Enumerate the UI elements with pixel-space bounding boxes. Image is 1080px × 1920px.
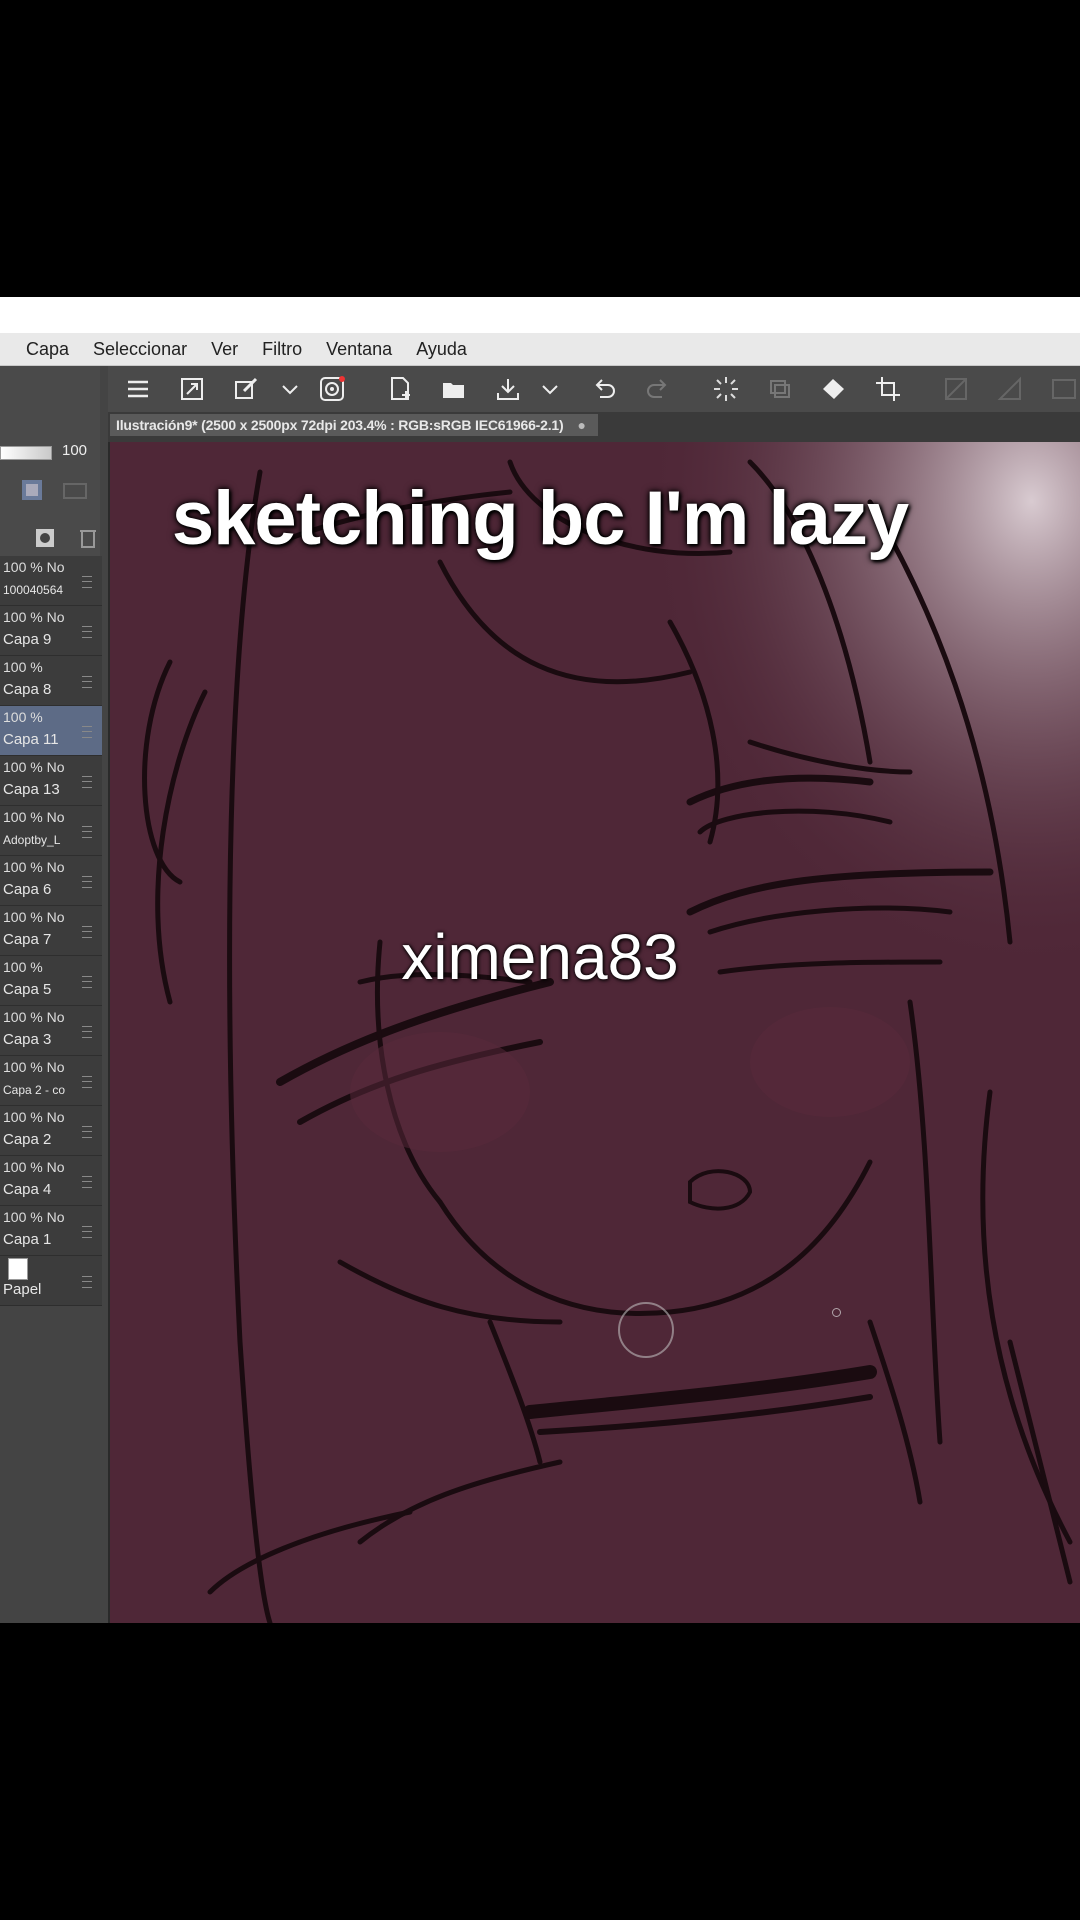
frame-icon[interactable] (1048, 373, 1080, 405)
undo-icon[interactable] (588, 373, 620, 405)
layer-opacity: 100 % (3, 659, 43, 675)
layer-name: 100040564 (3, 583, 64, 597)
username-watermark: ximena83 (401, 921, 679, 993)
ruler-icon[interactable] (994, 373, 1026, 405)
drag-handle-icon[interactable] (82, 1126, 92, 1138)
drag-handle-icon[interactable] (82, 676, 92, 688)
layer-opacity: 100 % No (3, 1159, 65, 1175)
layer-icon[interactable] (764, 373, 796, 405)
drag-handle-icon[interactable] (82, 1076, 92, 1088)
drag-handle-icon[interactable] (82, 826, 92, 838)
video-caption: sketching bc I'm lazy (171, 476, 909, 561)
menu-ver[interactable]: Ver (211, 339, 238, 360)
layer-opacity: 100 % No (3, 1009, 65, 1025)
layer-item[interactable]: Papel (0, 1256, 102, 1306)
opacity-control[interactable]: 100 (0, 440, 100, 464)
layer-item[interactable]: 100 % No Capa 9 (0, 606, 102, 656)
layer-item[interactable]: 100 % Capa 8 (0, 656, 102, 706)
chevron-down-icon[interactable] (274, 373, 306, 405)
layer-name: Capa 4 (3, 1181, 52, 1198)
drag-handle-icon[interactable] (82, 1276, 92, 1288)
crop-icon[interactable] (872, 373, 904, 405)
layer-name: Capa 1 (3, 1231, 52, 1248)
transform-icon[interactable] (940, 373, 972, 405)
layer-name: Papel (3, 1281, 42, 1298)
close-tab-icon[interactable]: ● (577, 417, 585, 433)
layer-opacity: 100 % No (3, 1109, 65, 1125)
document-tab[interactable]: Ilustración9* (2500 x 2500px 72dpi 203.4… (110, 414, 598, 436)
drag-handle-icon[interactable] (82, 1226, 92, 1238)
layer-opacity: 100 % No (3, 759, 65, 775)
layer-item[interactable]: 100 % No Capa 1 (0, 1206, 102, 1256)
layer-name: Capa 11 (3, 731, 59, 748)
layer-item[interactable]: 100 % No Capa 3 (0, 1006, 102, 1056)
swirl-icon[interactable] (316, 373, 348, 405)
loading-icon[interactable] (710, 373, 742, 405)
menu-ventana[interactable]: Ventana (326, 339, 392, 360)
layer-opacity: 100 % No (3, 859, 65, 875)
layer-opacity: 100 % No (3, 1059, 65, 1075)
toolbar (0, 366, 1080, 412)
new-file-icon[interactable] (384, 373, 416, 405)
layer-item[interactable]: 100 % No Capa 6 (0, 856, 102, 906)
layer-opacity: 100 % No (3, 609, 65, 625)
layer-name: Capa 2 (3, 1131, 52, 1148)
layer-name: Capa 9 (3, 631, 52, 648)
layer-name: Adoptby_L (3, 833, 61, 847)
layer-name: Capa 6 (3, 881, 52, 898)
menu-icon[interactable] (122, 373, 154, 405)
drawing-canvas[interactable] (110, 442, 1080, 1623)
drag-handle-icon[interactable] (82, 726, 92, 738)
layer-opacity: 100 % (3, 709, 43, 725)
drag-handle-icon[interactable] (82, 1176, 92, 1188)
top-white-bar (0, 297, 1080, 333)
layer-name: Capa 8 (3, 681, 52, 698)
pointer-dot (832, 1308, 841, 1317)
layer-name: Capa 3 (3, 1031, 52, 1048)
menu-capa[interactable]: Capa (26, 339, 69, 360)
layer-item[interactable]: 100 % No Adoptby_L (0, 806, 102, 856)
layer-item[interactable]: 100 % No Capa 4 (0, 1156, 102, 1206)
layer-name: Capa 13 (3, 781, 60, 798)
layer-item[interactable]: 100 % Capa 11 (0, 706, 102, 756)
opacity-value: 100 (62, 442, 88, 459)
menu-bar: Capa Seleccionar Ver Filtro Ventana Ayud… (0, 333, 1080, 366)
layer-item[interactable]: 100 % No Capa 13 (0, 756, 102, 806)
layer-item[interactable]: 100 % No Capa 2 - co (0, 1056, 102, 1106)
open-folder-icon[interactable] (438, 373, 470, 405)
drag-handle-icon[interactable] (82, 576, 92, 588)
drag-handle-icon[interactable] (82, 626, 92, 638)
layer-opacity: 100 % No (3, 1209, 65, 1225)
menu-filtro[interactable]: Filtro (262, 339, 302, 360)
layer-item[interactable]: 100 % No Capa 2 (0, 1106, 102, 1156)
layer-name: Capa 2 - co (3, 1083, 66, 1097)
drag-handle-icon[interactable] (82, 1026, 92, 1038)
menu-ayuda[interactable]: Ayuda (416, 339, 467, 360)
drag-handle-icon[interactable] (82, 876, 92, 888)
import-icon[interactable] (492, 373, 524, 405)
brush-settings-icon[interactable] (230, 373, 262, 405)
document-title: Ilustración9* (2500 x 2500px 72dpi 203.4… (116, 417, 564, 433)
opacity-slider[interactable] (0, 446, 52, 460)
fullscreen-icon[interactable] (176, 373, 208, 405)
drag-handle-icon[interactable] (82, 776, 92, 788)
layer-item[interactable]: 100 % No 100040564 (0, 556, 102, 606)
sketch-drawing (110, 442, 1080, 1623)
paper-icon (8, 1258, 28, 1280)
layer-opacity: 100 % No (3, 809, 65, 825)
chevron-down-icon-2[interactable] (534, 373, 566, 405)
redo-icon[interactable] (642, 373, 674, 405)
brush-cursor (618, 1302, 674, 1358)
fill-icon[interactable] (818, 373, 850, 405)
menu-seleccionar[interactable]: Seleccionar (93, 339, 187, 360)
